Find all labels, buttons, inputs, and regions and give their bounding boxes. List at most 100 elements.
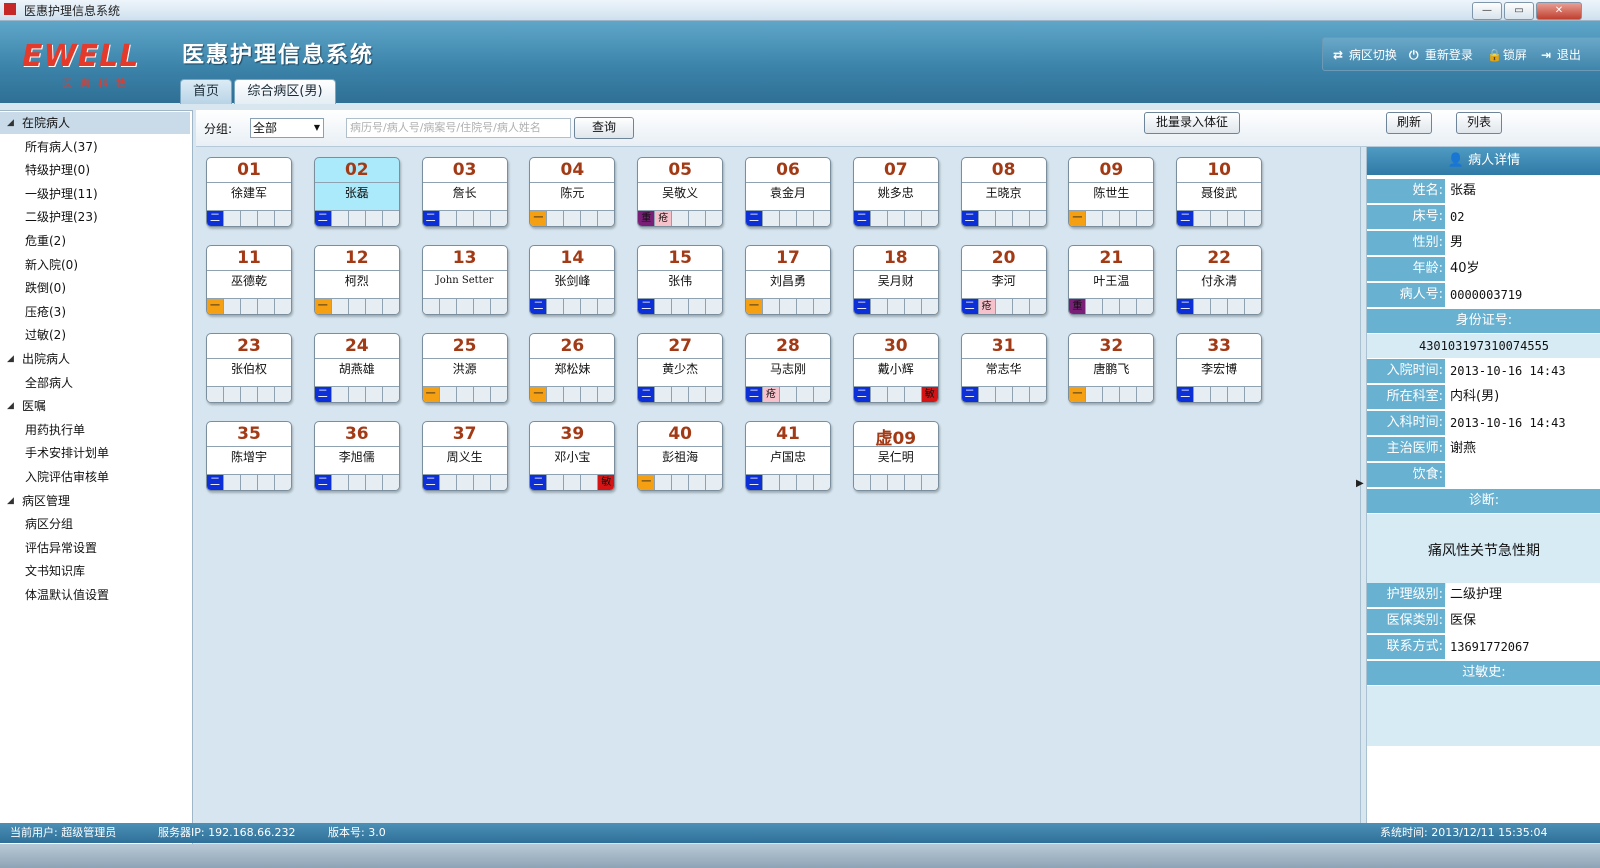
list-button[interactable]: 列表 [1456,112,1502,134]
bed-card[interactable]: 14 张剑峰二 [529,245,616,315]
maximize-button[interactable]: ▭ [1504,2,1534,20]
patient-name: 张伟 [638,270,723,291]
bed-card[interactable]: 31 常志华二 [960,333,1047,403]
close-button[interactable]: ✕ [1536,2,1582,20]
bed-card[interactable]: 05 吴敬义重疮 [637,157,724,227]
tree-item[interactable]: 所有病人(37) [0,136,190,158]
bed-card[interactable]: 12 柯烈一 [313,245,400,315]
bed-card[interactable]: 41 卢国忠二 [745,421,831,491]
tree-item[interactable]: 用药执行单 [0,419,190,441]
bed-card[interactable]: 13 John Setter [421,245,508,315]
tree-item[interactable]: 评估异常设置 [0,537,190,559]
tree-item[interactable]: 特级护理(0) [0,159,190,181]
query-button[interactable]: 查询 [574,117,634,139]
status-slots: 二 [422,474,507,490]
tree-group[interactable]: ◢ 在院病人 [0,112,190,134]
bed-card[interactable]: 虚09 吴仁明 [852,421,939,491]
patient-name: 袁金月 [746,182,830,203]
status-slot [814,299,830,314]
bed-card[interactable]: 25 洪源一 [421,333,508,403]
status-slot [763,299,780,314]
bed-card[interactable]: 04 陈元一 [529,157,616,227]
group-select[interactable]: 全部 ▼ [250,118,324,138]
tree-item[interactable]: 入院评估审核单 [0,466,190,488]
tree-label: 文书知识库 [25,564,86,579]
bed-card[interactable]: 36 李旭儒二 [313,421,400,491]
switch-ward-button[interactable]: ⇄ 病区切换 [1333,46,1397,63]
expand-arrow-icon[interactable]: ◢ [7,348,14,370]
collapse-arrow-icon[interactable]: ▶ [1356,478,1364,489]
tree-item[interactable]: 文书知识库 [0,560,190,582]
tab-home[interactable]: 首页 [180,79,232,104]
status-slot [490,387,507,402]
expand-arrow-icon[interactable]: ◢ [7,395,14,417]
bed-card[interactable]: 10 聂俊武二 [1176,157,1263,227]
bed-card[interactable]: 37 周义生二 [421,421,508,491]
patient-name: 彭祖海 [638,446,723,467]
bed-card[interactable]: 39 邓小宝二敏 [529,421,616,491]
bed-card[interactable]: 01 徐建军二 [206,157,292,227]
tree-item[interactable]: 压疮(3) [0,301,190,323]
tree-group[interactable]: ◢ 病区管理 [0,490,190,512]
status-slot [348,475,366,490]
tree-item[interactable]: 新入院(0) [0,254,190,276]
exit-button[interactable]: ⇥ 退出 [1541,46,1581,63]
app-title: 医惠护理信息系统 [182,43,375,68]
bed-card[interactable]: 09 陈世生一 [1068,157,1155,227]
status-slot: 二 [961,387,979,402]
tree-item[interactable]: 体温默认值设置 [0,584,190,606]
bed-card[interactable]: 17 刘昌勇一 [745,245,831,315]
bed-card[interactable]: 27 黄少杰二 [637,333,724,403]
status-slots: 一 [530,386,615,402]
detail-row-name: 姓名: 张磊 [1367,179,1600,204]
status-slot [1086,299,1104,314]
status-slot [581,475,599,490]
bed-card[interactable]: 40 彭祖海一 [637,421,724,491]
bed-card[interactable]: 20 李河二疮 [960,245,1047,315]
bed-card[interactable]: 21 叶王温重 [1068,245,1155,315]
expand-arrow-icon[interactable]: ◢ [7,112,14,134]
status-slot [439,211,457,226]
refresh-button[interactable]: 刷新 [1386,112,1432,134]
bed-card[interactable]: 06 袁金月二 [745,157,831,227]
status-slot: 二 [422,475,440,490]
bed-card[interactable]: 11 巫德乾一 [206,245,292,315]
status-slot: 二 [1177,211,1195,226]
bed-card[interactable]: 23 张伯权 [206,333,292,403]
status-slot [547,387,565,402]
bed-card[interactable]: 30 戴小辉二敏 [852,333,939,403]
bed-card[interactable]: 33 李宏博二 [1176,333,1263,403]
tree-group[interactable]: ◢ 医嘱 [0,395,190,417]
bed-card[interactable]: 28 马志刚二疮 [745,333,831,403]
tree-item[interactable]: 全部病人 [0,372,190,394]
search-input[interactable]: 病历号/病人号/病案号/住院号/病人姓名 [346,118,571,138]
bed-card[interactable]: 07 姚多忠二 [852,157,939,227]
tree-item[interactable]: 病区分组 [0,513,190,535]
bed-card[interactable]: 22 付永清二 [1176,245,1263,315]
tree-item[interactable]: 二级护理(23) [0,206,190,228]
tree-item[interactable]: 手术安排计划单 [0,442,190,464]
detail-header: 👤 病人详情 [1367,147,1600,175]
relogin-button[interactable]: ⏻ 重新登录 [1409,46,1473,63]
bed-card[interactable]: 24 胡燕雄二 [313,333,400,403]
bed-card[interactable]: 03 詹长二 [421,157,508,227]
tree-item[interactable]: 跌倒(0) [0,277,190,299]
status-slot [689,387,707,402]
bed-card[interactable]: 32 唐鹏飞一 [1068,333,1155,403]
lock-button[interactable]: 🔒 锁屏 [1487,46,1527,63]
bed-card[interactable]: 15 张伟二 [637,245,724,315]
status-slot: 一 [638,475,656,490]
bed-card[interactable]: 02 张磊二 [313,157,400,227]
tree-item[interactable]: 一级护理(11) [0,183,190,205]
bed-card[interactable]: 26 郑松妹一 [529,333,616,403]
minimize-button[interactable]: — [1472,2,1502,20]
tree-item[interactable]: 危重(2) [0,230,190,252]
tree-group[interactable]: ◢ 出院病人 [0,348,190,370]
tab-ward[interactable]: 综合病区(男) [234,79,336,104]
tree-item[interactable]: 过敏(2) [0,324,190,346]
bed-card[interactable]: 18 吴月财二 [852,245,939,315]
bed-card[interactable]: 08 王晓京二 [960,157,1047,227]
batch-vitals-button[interactable]: 批量录入体征 [1144,112,1240,134]
expand-arrow-icon[interactable]: ◢ [7,490,14,512]
bed-card[interactable]: 35 陈增宇二 [206,421,292,491]
